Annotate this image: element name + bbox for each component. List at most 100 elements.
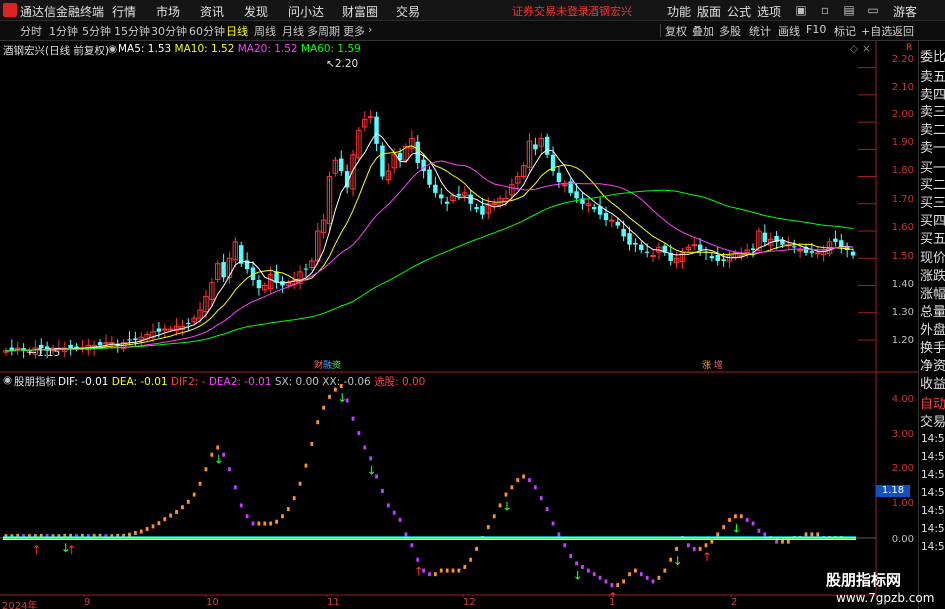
- period-multi[interactable]: 多周期: [307, 23, 340, 39]
- indicator-dot: [198, 481, 202, 486]
- indicator-dot: [586, 568, 590, 573]
- indicator-dot: [722, 525, 726, 530]
- period-toolbar: 分时 1分钟 5分钟 15分钟 30分钟 60分钟 日线 周线 月线 多周期 更…: [0, 21, 945, 41]
- candle-body: [815, 252, 821, 255]
- ma-legend: MA5: 1.53 MA10: 1.52 MA20: 1.52 MA60: 1.…: [118, 43, 361, 55]
- close-icon[interactable]: ×: [862, 43, 871, 55]
- period-weekly[interactable]: 周线: [254, 23, 276, 39]
- period-60min[interactable]: 60分钟: [189, 23, 225, 39]
- period-daily[interactable]: 日线: [226, 23, 248, 39]
- tool-mark[interactable]: 标记: [834, 23, 856, 39]
- candle-body: [833, 238, 838, 242]
- chevron-right-icon[interactable]: ›: [368, 23, 372, 36]
- diamond-icon[interactable]: ◇: [850, 43, 858, 55]
- indicator-dot: [775, 539, 778, 544]
- period-5min[interactable]: 5分钟: [82, 23, 111, 39]
- menu-function[interactable]: 功能: [667, 3, 691, 20]
- indicator-y-tick: 3.00: [891, 429, 914, 440]
- indicator-dot: [492, 514, 496, 519]
- indicator-dot: [145, 526, 149, 531]
- sp-bid-ratio: 委比: [920, 50, 945, 65]
- event-tags-nov[interactable]: 财融资: [314, 358, 341, 371]
- tick-time: 14:56: [921, 433, 945, 445]
- period-more[interactable]: 更多: [343, 23, 365, 39]
- candle-body: [809, 251, 815, 253]
- tool-f10[interactable]: F10: [806, 23, 826, 36]
- date-axis: 2024年 9 10 11 12 1 2: [0, 597, 875, 609]
- site-watermark: 股朋指标网 www.7gpzb.com: [822, 568, 934, 609]
- period-30min[interactable]: 30分钟: [151, 23, 187, 39]
- indicator-dot: [604, 579, 608, 584]
- date-label: 10: [206, 597, 219, 608]
- sp-eps: 收益: [920, 377, 945, 392]
- menu-discover[interactable]: 发现: [244, 3, 268, 20]
- menu-options[interactable]: 选项: [757, 3, 781, 20]
- tool-stats[interactable]: 统计: [749, 23, 771, 39]
- settings-circle-icon[interactable]: ◉: [108, 43, 117, 55]
- indicator-dot: [281, 514, 284, 519]
- candle-body: [621, 228, 626, 237]
- quote-side-panel: 委比 卖五 卖四 卖三 卖二 卖一 买一 买二 买三 买四 买五 现价 涨跌 涨…: [918, 41, 945, 609]
- candle-body: [850, 251, 856, 256]
- indicator-dot: [233, 485, 237, 490]
- indicator-dot: [192, 492, 196, 497]
- indicator-dot: [716, 532, 720, 537]
- indicator-dot: [710, 539, 714, 544]
- event-tags-feb[interactable]: 涨 增: [702, 358, 723, 371]
- indicator-title: 股朋指标: [14, 376, 56, 388]
- tool-overlay[interactable]: 叠加: [692, 23, 714, 39]
- candle-body: [762, 232, 768, 242]
- indicator-dot: [745, 517, 749, 522]
- menu-formula[interactable]: 公式: [727, 3, 751, 20]
- tool-add-watchlist[interactable]: +自选: [861, 23, 892, 39]
- period-monthly[interactable]: 月线: [282, 23, 304, 39]
- indicator-dot: [751, 521, 755, 526]
- kline-chart[interactable]: ↑↑↑↑↑↓↓↓↓↓↓↓↓: [0, 41, 918, 597]
- period-1min[interactable]: 1分钟: [49, 23, 78, 39]
- candle-body: [186, 323, 191, 325]
- menu-trade[interactable]: 交易: [396, 3, 420, 20]
- settings-icon[interactable]: ▫: [818, 3, 832, 17]
- sp-net-asset: 净资: [920, 359, 945, 374]
- menu-market-quotes[interactable]: 行情: [112, 3, 136, 20]
- candle-body: [574, 191, 579, 199]
- period-15min[interactable]: 15分钟: [114, 23, 150, 39]
- period-timeshare[interactable]: 分时: [20, 23, 42, 39]
- sp-trade[interactable]: 交易: [920, 411, 945, 430]
- indicator-dot: [239, 503, 243, 508]
- indicator-dot: [539, 496, 543, 501]
- sp-turnover: 换手: [920, 341, 945, 356]
- menu-market[interactable]: 市场: [156, 3, 180, 20]
- menu-news[interactable]: 资讯: [200, 3, 224, 20]
- sp-auto[interactable]: 自动: [920, 393, 945, 412]
- indicator-dot: [739, 514, 743, 519]
- indicator-dot: [228, 467, 231, 472]
- candle-body: [380, 145, 385, 177]
- current-value-marker: 1.18: [876, 485, 910, 497]
- login-status[interactable]: 证券交易未登录: [512, 3, 589, 19]
- tool-draw[interactable]: 画线: [778, 23, 800, 39]
- menu-layout[interactable]: 版面: [697, 3, 721, 20]
- notification-icon[interactable]: ▭: [866, 3, 880, 17]
- skin-icon[interactable]: ▣: [794, 3, 808, 17]
- candle-body: [433, 184, 438, 193]
- indicator-dot: [563, 543, 567, 548]
- buy-arrow-icon: ↑: [702, 550, 712, 564]
- tool-multistock[interactable]: 多股: [719, 23, 741, 39]
- tool-adjust[interactable]: 复权: [665, 23, 687, 39]
- indicator-dot: [404, 532, 408, 537]
- menu-ask[interactable]: 问小达: [288, 3, 324, 20]
- menu-wealth-circle[interactable]: 财富圈: [342, 3, 378, 20]
- help-icon[interactable]: ▤: [842, 3, 856, 17]
- candle-body: [715, 254, 720, 261]
- tool-back[interactable]: 返回: [892, 23, 914, 39]
- indicator-settings-icon[interactable]: ◉: [3, 374, 12, 386]
- indicator-dot: [533, 485, 537, 490]
- sp-bid2: 买二: [920, 178, 945, 193]
- guest-user[interactable]: 游客: [893, 3, 917, 20]
- candle-body: [444, 201, 450, 204]
- sell-arrow-icon: ↓: [61, 541, 71, 555]
- indicator-dot: [398, 517, 402, 522]
- sell-arrow-icon: ↓: [214, 453, 224, 467]
- indicator-dot: [263, 521, 267, 526]
